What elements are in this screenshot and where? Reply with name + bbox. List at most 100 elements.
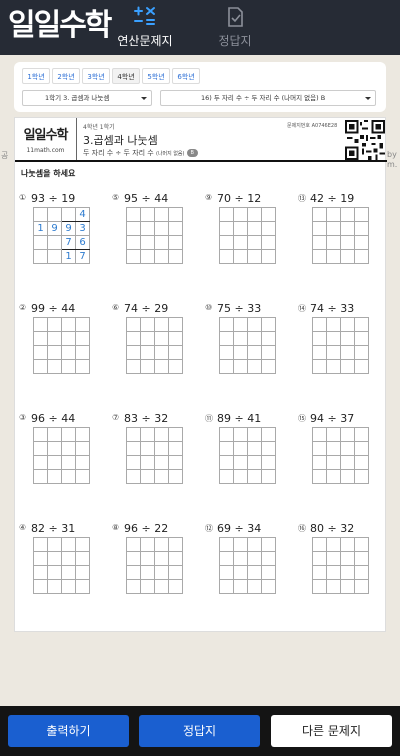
work-cell[interactable] — [340, 359, 355, 374]
work-cell[interactable] — [219, 331, 234, 346]
work-cell[interactable] — [61, 345, 76, 360]
work-cell[interactable] — [126, 331, 141, 346]
work-cell[interactable] — [61, 441, 76, 456]
work-cell[interactable] — [233, 359, 248, 374]
work-cell[interactable] — [140, 317, 155, 332]
work-cell[interactable] — [140, 441, 155, 456]
work-cell[interactable] — [233, 469, 248, 484]
work-cell[interactable] — [354, 207, 369, 222]
work-cell[interactable] — [233, 455, 248, 470]
work-cell[interactable] — [326, 455, 341, 470]
work-cell[interactable] — [168, 235, 183, 250]
work-cell[interactable] — [47, 345, 62, 360]
work-cell[interactable] — [261, 455, 276, 470]
work-cell[interactable] — [326, 235, 341, 250]
work-cell[interactable] — [354, 427, 369, 442]
work-cell[interactable] — [126, 579, 141, 594]
work-cell[interactable]: 9 — [61, 221, 76, 236]
work-cell[interactable]: 6 — [75, 235, 90, 250]
work-cell[interactable] — [219, 537, 234, 552]
work-cell[interactable] — [247, 579, 262, 594]
work-cell[interactable] — [140, 331, 155, 346]
work-cell[interactable] — [75, 469, 90, 484]
work-cell[interactable] — [219, 551, 234, 566]
work-cell[interactable] — [154, 579, 169, 594]
work-cell[interactable] — [154, 551, 169, 566]
work-cell[interactable] — [354, 249, 369, 264]
work-cell[interactable] — [126, 359, 141, 374]
work-cell[interactable] — [261, 565, 276, 580]
work-cell[interactable] — [154, 427, 169, 442]
work-cell[interactable] — [326, 317, 341, 332]
work-cell[interactable] — [312, 579, 327, 594]
tab-worksheet[interactable]: 연산문제지 — [100, 0, 190, 55]
work-cell[interactable] — [126, 345, 141, 360]
work-cell[interactable] — [126, 249, 141, 264]
work-cell[interactable] — [47, 317, 62, 332]
work-cell[interactable] — [340, 441, 355, 456]
work-cell[interactable] — [126, 427, 141, 442]
work-cell[interactable] — [61, 537, 76, 552]
work-cell[interactable] — [140, 345, 155, 360]
work-cell[interactable] — [261, 235, 276, 250]
work-cell[interactable] — [75, 427, 90, 442]
work-cell[interactable] — [247, 249, 262, 264]
work-cell[interactable] — [33, 317, 48, 332]
work-cell[interactable] — [326, 551, 341, 566]
work-cell[interactable] — [219, 207, 234, 222]
work-cell[interactable] — [340, 249, 355, 264]
other-worksheet-button[interactable]: 다른 문제지 — [271, 715, 392, 747]
work-cell[interactable] — [261, 221, 276, 236]
work-cell[interactable] — [75, 455, 90, 470]
work-cell[interactable] — [247, 551, 262, 566]
work-cell[interactable] — [126, 551, 141, 566]
work-cell[interactable] — [126, 207, 141, 222]
work-cell[interactable] — [326, 207, 341, 222]
work-cell[interactable] — [219, 221, 234, 236]
work-cell[interactable] — [233, 565, 248, 580]
work-cell[interactable] — [247, 317, 262, 332]
work-cell[interactable] — [233, 207, 248, 222]
work-cell[interactable] — [219, 235, 234, 250]
work-cell[interactable] — [47, 455, 62, 470]
work-cell[interactable] — [61, 317, 76, 332]
work-cell[interactable] — [340, 469, 355, 484]
work-cell[interactable] — [140, 359, 155, 374]
work-cell[interactable] — [219, 579, 234, 594]
work-cell[interactable] — [261, 317, 276, 332]
work-cell[interactable] — [340, 455, 355, 470]
work-cell[interactable] — [33, 469, 48, 484]
work-cell[interactable] — [326, 441, 341, 456]
work-cell[interactable] — [47, 565, 62, 580]
work-cell[interactable] — [140, 551, 155, 566]
work-cell[interactable] — [354, 235, 369, 250]
work-cell[interactable] — [219, 317, 234, 332]
work-cell[interactable] — [154, 221, 169, 236]
work-cell[interactable] — [33, 565, 48, 580]
work-cell[interactable] — [140, 249, 155, 264]
work-cell[interactable] — [233, 345, 248, 360]
work-cell[interactable] — [154, 455, 169, 470]
work-cell[interactable] — [61, 551, 76, 566]
work-cell[interactable] — [140, 235, 155, 250]
work-cell[interactable] — [340, 207, 355, 222]
work-cell[interactable] — [233, 249, 248, 264]
work-cell[interactable] — [340, 235, 355, 250]
work-cell[interactable] — [126, 469, 141, 484]
work-cell[interactable] — [261, 427, 276, 442]
work-cell[interactable] — [168, 331, 183, 346]
work-cell[interactable] — [61, 455, 76, 470]
work-cell[interactable] — [247, 441, 262, 456]
work-cell[interactable] — [326, 249, 341, 264]
work-cell[interactable] — [154, 235, 169, 250]
work-cell[interactable] — [354, 441, 369, 456]
grade-tab-4[interactable]: 4학년 — [112, 68, 140, 84]
work-cell[interactable] — [354, 579, 369, 594]
work-cell[interactable] — [312, 455, 327, 470]
work-cell[interactable] — [340, 331, 355, 346]
work-cell[interactable] — [33, 345, 48, 360]
work-cell[interactable] — [233, 331, 248, 346]
work-cell[interactable] — [219, 565, 234, 580]
work-cell[interactable] — [261, 551, 276, 566]
work-cell[interactable] — [312, 207, 327, 222]
